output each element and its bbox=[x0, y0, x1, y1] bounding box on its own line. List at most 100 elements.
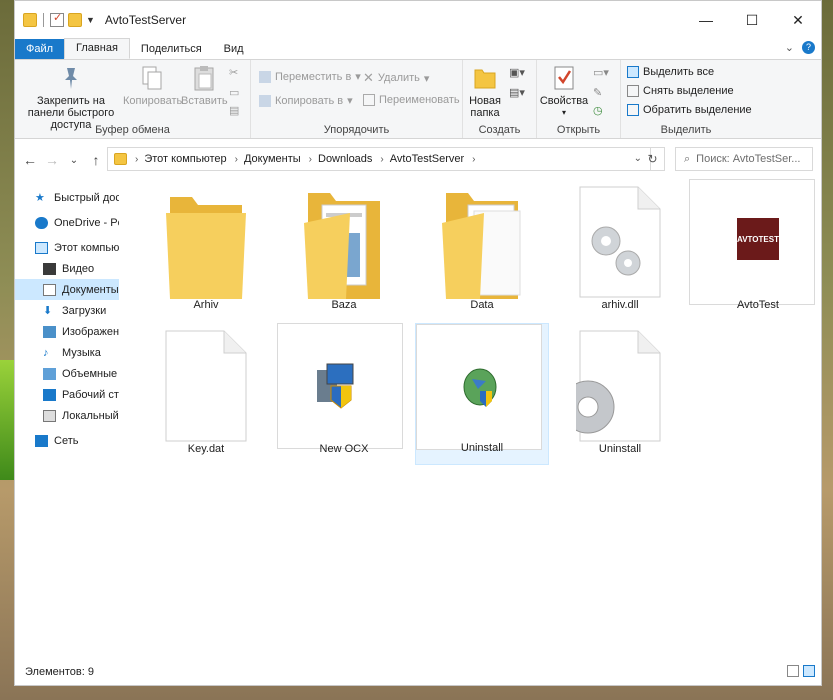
back-arrow-icon[interactable]: ← bbox=[19, 152, 41, 168]
recent-locations-icon[interactable]: ⌄ bbox=[63, 155, 85, 166]
invert-selection-button[interactable]: Обратить выделение bbox=[627, 104, 752, 116]
chevron-right-icon[interactable]: › bbox=[235, 154, 238, 165]
sidebar-item-label: Сеть bbox=[54, 434, 79, 447]
sidebar-item[interactable]: ★ Быстрый досту bbox=[15, 187, 119, 208]
move-icon bbox=[259, 70, 271, 83]
file-name: Uninstall bbox=[460, 442, 504, 454]
sidebar-item-label: Изображени bbox=[62, 325, 119, 338]
tab-file[interactable]: Файл bbox=[15, 39, 65, 59]
breadcrumb-avtotestserver[interactable]: AvtoTestServer bbox=[390, 153, 464, 165]
breadcrumb-this-pc[interactable]: Этот компьютер bbox=[144, 153, 226, 165]
close-button[interactable]: ✕ bbox=[775, 1, 821, 39]
file-tile[interactable]: New OCX bbox=[277, 323, 411, 465]
sidebar-item[interactable]: Сеть bbox=[15, 430, 119, 451]
tab-share[interactable]: Поделиться bbox=[130, 39, 213, 59]
customize-toolbar-icon[interactable]: ▼ bbox=[86, 15, 95, 25]
sidebar-item[interactable]: Этот компьют bbox=[15, 237, 119, 258]
easy-access-icon[interactable]: ▤▾ bbox=[509, 86, 525, 99]
search-icon: ⌕ bbox=[684, 152, 691, 165]
wallpaper-strip bbox=[0, 360, 14, 480]
chevron-right-icon[interactable]: › bbox=[472, 154, 475, 165]
disk-icon bbox=[43, 409, 56, 422]
group-label-clipboard: Буфер обмена bbox=[95, 124, 170, 136]
new-folder-button[interactable]: Новая папка bbox=[465, 64, 505, 119]
star-icon: ★ bbox=[35, 191, 45, 204]
chevron-right-icon[interactable]: › bbox=[380, 154, 383, 165]
sidebar-item[interactable]: Видео bbox=[15, 258, 119, 279]
chevron-down-icon[interactable]: ⌄ bbox=[785, 41, 794, 54]
select-none-button[interactable]: Снять выделение bbox=[627, 85, 734, 97]
file-name: Key.dat bbox=[187, 443, 225, 455]
edit-icon[interactable]: ✎ bbox=[593, 86, 602, 99]
sidebar-item-label: OneDrive - Per bbox=[54, 216, 119, 229]
tab-view[interactable]: Вид bbox=[213, 39, 255, 59]
maximize-button[interactable]: ☐ bbox=[729, 1, 775, 39]
chevron-right-icon[interactable]: › bbox=[309, 154, 312, 165]
search-input[interactable]: ⌕ Поиск: AvtoTestSer... bbox=[675, 147, 813, 171]
file-tile[interactable]: Baza bbox=[277, 179, 411, 321]
group-label-select: Выделить bbox=[660, 124, 712, 136]
new-folder-icon[interactable] bbox=[68, 13, 82, 27]
toolbar-divider bbox=[43, 13, 44, 27]
forward-arrow-icon[interactable]: → bbox=[41, 152, 63, 168]
breadcrumb-downloads[interactable]: Downloads bbox=[318, 153, 372, 165]
quick-access-toolbar: ▼ bbox=[15, 11, 95, 27]
sidebar-item[interactable]: Документы bbox=[15, 279, 119, 300]
refresh-button[interactable]: ↻ bbox=[641, 147, 665, 171]
select-all-button[interactable]: Выделить все bbox=[627, 66, 714, 78]
history-icon[interactable]: ◷ bbox=[593, 104, 603, 117]
file-tile[interactable]: AVTOTEST AvtoTest bbox=[689, 179, 821, 321]
sidebar-item[interactable]: ♪ Музыка bbox=[15, 342, 119, 363]
new-folder-large-icon bbox=[472, 64, 498, 92]
paste-button[interactable]: Вставить bbox=[181, 64, 228, 107]
folder-icon bbox=[23, 13, 37, 27]
chevron-right-icon[interactable]: › bbox=[135, 154, 138, 165]
copy-button[interactable]: Копировать bbox=[123, 64, 182, 107]
file-name: Data bbox=[470, 299, 494, 311]
properties-button[interactable]: Свойства ▾ bbox=[539, 64, 589, 119]
sidebar-item[interactable]: OneDrive - Per bbox=[15, 212, 119, 233]
navigation-bar: ← → ⌄ ↑ › Этот компьютер › Документы › D… bbox=[15, 139, 821, 181]
music-icon: ♪ bbox=[43, 346, 49, 359]
tab-home[interactable]: Главная bbox=[64, 38, 130, 59]
file-tile[interactable]: Arhiv bbox=[139, 179, 273, 321]
paste-shortcut-icon[interactable]: ▤ bbox=[229, 104, 239, 117]
details-view-icon[interactable] bbox=[787, 665, 799, 677]
file-name: Baza bbox=[331, 299, 357, 311]
file-tile[interactable]: Data bbox=[415, 179, 549, 321]
move-to-button[interactable]: Переместить в ▾ bbox=[259, 70, 361, 83]
delete-button[interactable]: ✕ Удалить ▾ bbox=[363, 70, 429, 86]
file-tile[interactable]: Uninstall bbox=[553, 323, 687, 465]
open-icon[interactable]: ▭▾ bbox=[593, 66, 609, 79]
image-icon bbox=[43, 325, 56, 338]
up-arrow-icon[interactable]: ↑ bbox=[85, 152, 107, 168]
new-item-icon[interactable]: ▣▾ bbox=[509, 66, 525, 79]
group-label-new: Создать bbox=[478, 124, 521, 136]
help-icon[interactable]: ? bbox=[802, 41, 815, 54]
sidebar-item[interactable]: Рабочий стол bbox=[15, 384, 119, 405]
breadcrumb-documents[interactable]: Документы bbox=[244, 153, 301, 165]
file-tile[interactable]: Key.dat bbox=[139, 323, 273, 465]
properties-icon[interactable] bbox=[50, 11, 64, 27]
sidebar-item[interactable]: Локальный д bbox=[15, 405, 119, 426]
file-name: New OCX bbox=[319, 443, 369, 455]
large-icons-view-icon[interactable] bbox=[803, 665, 815, 677]
file-name: Uninstall bbox=[598, 443, 642, 455]
address-bar[interactable]: › Этот компьютер › Документы › Downloads… bbox=[107, 147, 651, 171]
sidebar-item-label: Объемные о bbox=[62, 367, 119, 380]
file-tile[interactable]: Uninstall bbox=[415, 323, 549, 465]
ribbon: Закрепить на панели быстрого доступа Коп… bbox=[15, 59, 821, 139]
sidebar-item[interactable]: Изображени bbox=[15, 321, 119, 342]
rename-button[interactable]: Переименовать bbox=[363, 94, 460, 106]
copy-to-button[interactable]: Копировать в ▾ bbox=[259, 94, 353, 107]
file-tile[interactable]: arhiv.dll bbox=[553, 179, 687, 321]
cut-icon[interactable]: ✂ bbox=[229, 66, 238, 79]
folder-docs-icon bbox=[300, 183, 388, 301]
invert-selection-icon bbox=[627, 104, 639, 116]
pin-button[interactable]: Закрепить на панели быстрого доступа bbox=[19, 64, 123, 131]
minimize-button[interactable]: — bbox=[683, 1, 729, 39]
copy-path-icon[interactable]: ▭ bbox=[229, 86, 239, 99]
properties-large-icon bbox=[551, 64, 577, 92]
sidebar-item[interactable]: Объемные о bbox=[15, 363, 119, 384]
sidebar-item[interactable]: ⬇ Загрузки bbox=[15, 300, 119, 321]
